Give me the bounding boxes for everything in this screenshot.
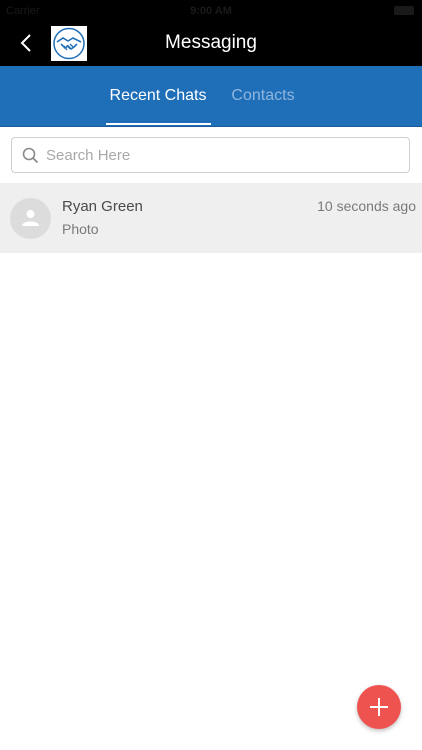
- search-bar: [11, 137, 410, 173]
- avatar: [10, 198, 51, 239]
- chat-list-item[interactable]: Ryan Green Photo 10 seconds ago: [0, 183, 422, 253]
- search-icon: [22, 147, 39, 164]
- chat-contact-name: Ryan Green: [62, 198, 143, 215]
- chat-timestamp: 10 seconds ago: [317, 198, 416, 214]
- new-chat-button[interactable]: [357, 685, 401, 729]
- battery-icon: [394, 6, 414, 15]
- tab-recent-chats[interactable]: Recent Chats: [106, 66, 210, 126]
- search-input[interactable]: [46, 138, 396, 172]
- status-time: 9:00 AM: [190, 5, 232, 17]
- chat-message-preview: Photo: [62, 221, 99, 237]
- tab-bar: Recent Chats Contacts: [0, 66, 422, 127]
- user-icon: [22, 210, 39, 226]
- tab-contacts[interactable]: Contacts: [222, 66, 304, 126]
- status-bar: Carrier 9:00 AM: [0, 0, 422, 22]
- page-title: Messaging: [165, 32, 257, 53]
- top-navigation-bar: Carrier 9:00 AM Messaging: [0, 0, 422, 66]
- active-tab-indicator: [106, 123, 211, 125]
- plus-icon: [370, 698, 388, 716]
